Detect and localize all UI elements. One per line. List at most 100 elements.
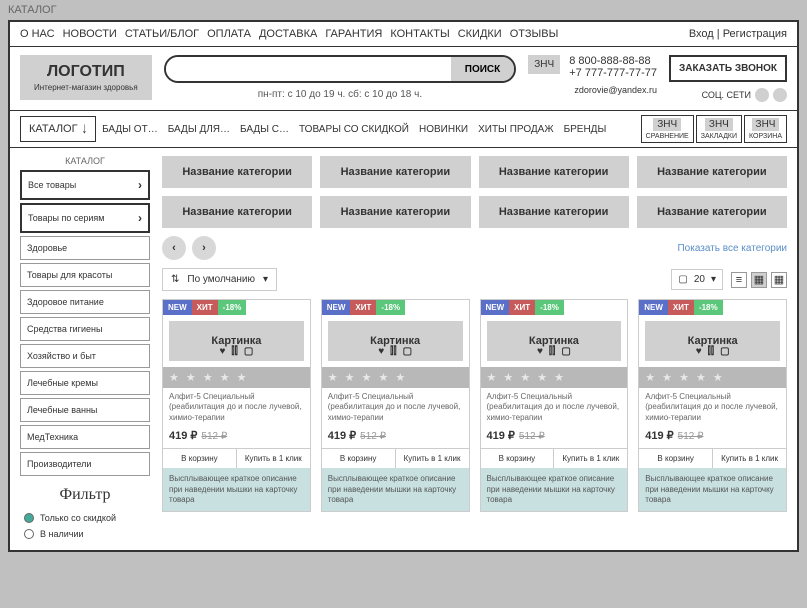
mainnav-link[interactable]: ТОВАРЫ СО СКИДКОЙ xyxy=(299,124,409,135)
buy-one-click-button[interactable]: Купить в 1 клик xyxy=(554,449,627,468)
add-to-cart-button[interactable]: В корзину xyxy=(639,449,713,468)
product-card[interactable]: NEWХИТ-18%Картинка♥⫿⫿▢★ ★ ★ ★ ★Алфит-5 С… xyxy=(321,299,470,512)
heart-icon[interactable]: ♥ xyxy=(219,346,225,357)
phone-2[interactable]: +7 777-777-77-77 xyxy=(569,67,657,79)
social-icon-1[interactable] xyxy=(755,88,769,102)
category-tile[interactable]: Название категории xyxy=(320,196,470,228)
badge-hit: ХИТ xyxy=(668,300,694,315)
product-image: Картинка♥⫿⫿▢ xyxy=(645,321,780,361)
badge-hit: ХИТ xyxy=(509,300,535,315)
register-link[interactable]: Регистрация xyxy=(723,28,787,40)
email[interactable]: zdorovie@yandex.ru xyxy=(528,85,657,95)
product-buttons: В корзинуКупить в 1 клик xyxy=(322,448,469,468)
topnav-link[interactable]: ГАРАНТИЯ xyxy=(325,28,382,40)
callback-button[interactable]: ЗАКАЗАТЬ ЗВОНОК xyxy=(669,55,787,82)
topnav-link[interactable]: ДОСТАВКА xyxy=(259,28,317,40)
heart-icon[interactable]: ♥ xyxy=(537,346,543,357)
quickview-icon[interactable]: ▢ xyxy=(561,346,570,357)
sidebar-item[interactable]: Товары для красоты xyxy=(20,263,150,287)
mainnav-link[interactable]: БАДЫ ДЛЯ… xyxy=(168,124,230,135)
filter-option[interactable]: В наличии xyxy=(20,526,150,542)
topnav-link[interactable]: ОПЛАТА xyxy=(207,28,251,40)
add-to-cart-button[interactable]: В корзину xyxy=(322,449,396,468)
mainnav-link[interactable]: БРЕНДЫ xyxy=(564,124,607,135)
catalog-button[interactable]: КАТАЛОГ ↓ xyxy=(20,116,96,142)
main-nav: КАТАЛОГ ↓ БАДЫ ОТ… БАДЫ ДЛЯ… БАДЫ С… ТОВАРЫ… xyxy=(10,111,797,148)
header-icon-box[interactable]: ЗНЧСРАВНЕНИЕ xyxy=(641,115,694,143)
mainnav-link[interactable]: БАДЫ ОТ… xyxy=(102,124,158,135)
product-price: 419 ₽512 ₽ xyxy=(481,427,628,448)
compare-icon[interactable]: ⫿⫿ xyxy=(549,346,555,357)
sidebar-item-label: Хозяйство и быт xyxy=(27,351,96,361)
category-tile[interactable]: Название категории xyxy=(479,196,629,228)
sidebar-item[interactable]: Средства гигиены xyxy=(20,317,150,341)
badge-new: NEW xyxy=(163,300,192,315)
sidebar-item[interactable]: Производители xyxy=(20,452,150,476)
sidebar-item[interactable]: Товары по сериям› xyxy=(20,203,150,233)
view-list-icon[interactable]: ≡ xyxy=(731,272,747,288)
prev-arrow[interactable]: ‹ xyxy=(162,236,186,260)
compare-icon[interactable]: ⫿⫿ xyxy=(708,346,714,357)
sort-dropdown[interactable]: ⇅ По умолчанию ▾ xyxy=(162,268,277,291)
buy-one-click-button[interactable]: Купить в 1 клик xyxy=(713,449,786,468)
sidebar-item[interactable]: МедТехника xyxy=(20,425,150,449)
sidebar-item[interactable]: Все товары› xyxy=(20,170,150,200)
product-card[interactable]: NEWХИТ-18%Картинка♥⫿⫿▢★ ★ ★ ★ ★Алфит-5 С… xyxy=(480,299,629,512)
buy-one-click-button[interactable]: Купить в 1 клик xyxy=(237,449,310,468)
category-tile[interactable]: Название категории xyxy=(637,156,787,188)
badge-new: NEW xyxy=(481,300,510,315)
view-grid-icon[interactable]: ▦ xyxy=(751,272,767,288)
filter-option[interactable]: Только со скидкой xyxy=(20,510,150,526)
topnav-link[interactable]: КОНТАКТЫ xyxy=(390,28,449,40)
badge-new: NEW xyxy=(322,300,351,315)
view-tiles-icon[interactable]: ▦ xyxy=(771,272,787,288)
add-to-cart-button[interactable]: В корзину xyxy=(163,449,237,468)
sidebar-item[interactable]: Лечебные кремы xyxy=(20,371,150,395)
logo[interactable]: ЛОГОТИП Интернет-магазин здоровья xyxy=(20,55,152,100)
rating-stars: ★ ★ ★ ★ ★ xyxy=(322,367,469,388)
show-all-categories[interactable]: Показать все категории xyxy=(677,243,787,254)
phone-1[interactable]: 8 800-888-88-88 xyxy=(569,55,657,67)
product-card[interactable]: NEWХИТ-18%Картинка♥⫿⫿▢★ ★ ★ ★ ★Алфит-5 С… xyxy=(638,299,787,512)
topnav-link[interactable]: НОВОСТИ xyxy=(63,28,117,40)
social-icon-2[interactable] xyxy=(773,88,787,102)
heart-icon[interactable]: ♥ xyxy=(378,346,384,357)
compare-icon[interactable]: ⫿⫿ xyxy=(231,346,237,357)
login-link[interactable]: Вход xyxy=(689,28,714,40)
quickview-icon[interactable]: ▢ xyxy=(244,346,253,357)
quickview-icon[interactable]: ▢ xyxy=(720,346,729,357)
per-page[interactable]: ▢ 20 ▾ xyxy=(671,269,723,290)
sidebar-item[interactable]: Лечебные ванны xyxy=(20,398,150,422)
auth-sep: | xyxy=(714,28,723,40)
category-tile[interactable]: Название категории xyxy=(162,196,312,228)
topnav-link[interactable]: СКИДКИ xyxy=(458,28,502,40)
heart-icon[interactable]: ♥ xyxy=(696,346,702,357)
mainnav-link[interactable]: ХИТЫ ПРОДАЖ xyxy=(478,124,553,135)
category-tile[interactable]: Название категории xyxy=(320,156,470,188)
category-tile[interactable]: Название категории xyxy=(162,156,312,188)
call-column: ЗАКАЗАТЬ ЗВОНОК СОЦ. СЕТИ xyxy=(669,55,787,102)
topnav-link[interactable]: О НАС xyxy=(20,28,55,40)
mainnav-link[interactable]: НОВИНКИ xyxy=(419,124,468,135)
badge-new: NEW xyxy=(639,300,668,315)
compare-icon[interactable]: ⫿⫿ xyxy=(390,346,396,357)
buy-one-click-button[interactable]: Купить в 1 клик xyxy=(396,449,469,468)
topnav-link[interactable]: ОТЗЫВЫ xyxy=(510,28,559,40)
header-icon-box[interactable]: ЗНЧКОРЗИНА xyxy=(744,115,787,143)
sidebar-item[interactable]: Здоровье xyxy=(20,236,150,260)
next-arrow[interactable]: › xyxy=(192,236,216,260)
topnav-link[interactable]: СТАТЬИ/БЛОГ xyxy=(125,28,199,40)
quickview-icon[interactable]: ▢ xyxy=(403,346,412,357)
sidebar-item[interactable]: Хозяйство и быт xyxy=(20,344,150,368)
mainnav-link[interactable]: БАДЫ С… xyxy=(240,124,289,135)
category-tile[interactable]: Название категории xyxy=(637,196,787,228)
add-to-cart-button[interactable]: В корзину xyxy=(481,449,555,468)
product-card[interactable]: NEWХИТ-18%Картинка♥⫿⫿▢★ ★ ★ ★ ★Алфит-5 С… xyxy=(162,299,311,512)
header-icon-box[interactable]: ЗНЧЗАКЛАДКИ xyxy=(696,115,742,143)
search-input[interactable] xyxy=(166,57,451,81)
category-tile[interactable]: Название категории xyxy=(479,156,629,188)
search-button[interactable]: ПОИСК xyxy=(451,57,514,81)
sidebar-item[interactable]: Здоровое питание xyxy=(20,290,150,314)
main-nav-items: БАДЫ ОТ… БАДЫ ДЛЯ… БАДЫ С… ТОВАРЫ СО СКИДКО… xyxy=(102,124,635,135)
top-nav-left: О НАС НОВОСТИ СТАТЬИ/БЛОГ ОПЛАТА ДОСТАВКА ГАР… xyxy=(20,28,566,40)
